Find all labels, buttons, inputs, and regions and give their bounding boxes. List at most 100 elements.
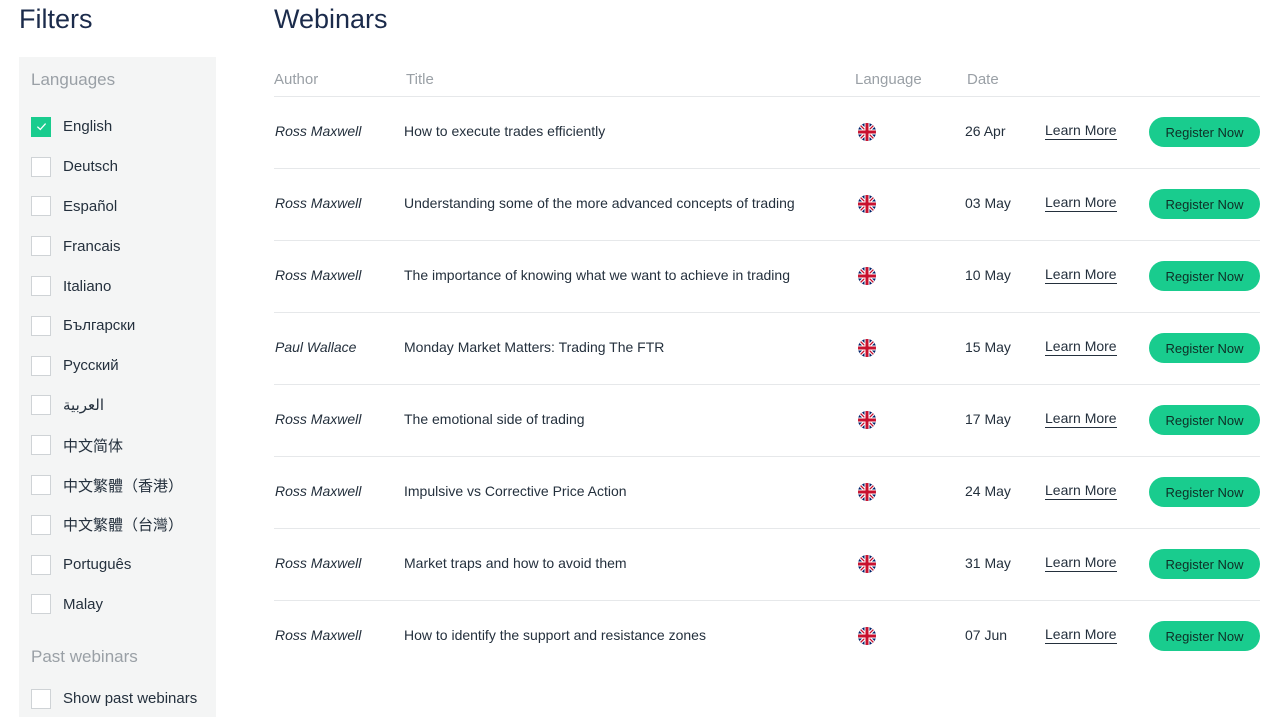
webinar-author: Ross Maxwell bbox=[275, 195, 362, 211]
language-checkbox[interactable] bbox=[31, 395, 51, 416]
past-webinars-heading: Past webinars bbox=[31, 647, 138, 666]
webinar-date: 24 May bbox=[965, 483, 1011, 499]
language-option[interactable]: Русский bbox=[31, 346, 183, 386]
checkmark-icon bbox=[36, 123, 46, 131]
learn-more-link[interactable]: Learn More bbox=[1045, 194, 1117, 212]
show-past-webinars-label: Show past webinars bbox=[63, 690, 198, 708]
language-checkbox[interactable] bbox=[31, 315, 51, 336]
learn-more-link[interactable]: Learn More bbox=[1045, 482, 1117, 500]
language-checkbox[interactable] bbox=[31, 196, 51, 217]
language-checkbox[interactable] bbox=[31, 514, 51, 535]
register-now-button[interactable]: Register Now bbox=[1149, 621, 1260, 651]
table-header: Author Title Language Date bbox=[274, 62, 1260, 97]
uk-flag-icon bbox=[858, 339, 876, 357]
webinar-title: Market traps and how to avoid them bbox=[404, 555, 627, 571]
learn-more-link[interactable]: Learn More bbox=[1045, 122, 1117, 140]
language-checkbox[interactable] bbox=[31, 355, 51, 376]
show-past-webinars-option[interactable]: Show past webinars bbox=[31, 679, 197, 719]
language-option[interactable]: Malay bbox=[31, 585, 183, 625]
webinar-author: Paul Wallace bbox=[275, 339, 357, 355]
uk-flag-icon bbox=[858, 483, 876, 501]
language-label: Русский bbox=[63, 357, 119, 375]
webinar-author: Ross Maxwell bbox=[275, 555, 362, 571]
webinar-date: 17 May bbox=[965, 411, 1011, 427]
table-row: Ross Maxwell How to identify the support … bbox=[274, 601, 1260, 672]
filters-sidebar: Languages English Deutsch Español Francais I… bbox=[19, 57, 216, 717]
language-label: العربية bbox=[63, 397, 104, 415]
learn-more-link[interactable]: Learn More bbox=[1045, 266, 1117, 284]
table-row: Ross Maxwell Impulsive vs Corrective Pric… bbox=[274, 457, 1260, 529]
language-option[interactable]: 中文繁體（台灣） bbox=[31, 505, 183, 545]
language-checkbox[interactable] bbox=[31, 116, 51, 137]
learn-more-link[interactable]: Learn More bbox=[1045, 626, 1117, 644]
register-now-button[interactable]: Register Now bbox=[1149, 333, 1260, 363]
learn-more-link[interactable]: Learn More bbox=[1045, 410, 1117, 428]
learn-more-link[interactable]: Learn More bbox=[1045, 338, 1117, 356]
language-option[interactable]: Italiano bbox=[31, 266, 183, 306]
webinar-title: How to execute trades efficiently bbox=[404, 123, 606, 139]
webinar-author: Ross Maxwell bbox=[275, 267, 362, 283]
language-checkbox[interactable] bbox=[31, 236, 51, 257]
table-row: Ross Maxwell The emotional side of tradin… bbox=[274, 385, 1260, 457]
table-body: Ross Maxwell How to execute trades effici… bbox=[274, 97, 1260, 672]
language-label: Francais bbox=[63, 237, 121, 255]
language-checkbox[interactable] bbox=[31, 554, 51, 575]
webinar-title: The emotional side of trading bbox=[404, 411, 585, 427]
uk-flag-icon bbox=[858, 627, 876, 645]
column-header-language: Language bbox=[855, 71, 922, 88]
language-checkbox[interactable] bbox=[31, 594, 51, 615]
language-option[interactable]: العربية bbox=[31, 386, 183, 426]
webinar-date: 26 Apr bbox=[965, 123, 1006, 139]
page-title: Webinars bbox=[274, 4, 388, 34]
language-label: English bbox=[63, 118, 113, 136]
webinar-author: Ross Maxwell bbox=[275, 123, 362, 139]
table-row: Ross Maxwell The importance of knowing wh… bbox=[274, 241, 1260, 313]
language-checkbox[interactable] bbox=[31, 276, 51, 297]
register-now-button[interactable]: Register Now bbox=[1149, 189, 1260, 219]
language-option[interactable]: English bbox=[31, 107, 183, 147]
filters-title: Filters bbox=[19, 4, 93, 34]
uk-flag-icon bbox=[858, 411, 876, 429]
language-option[interactable]: Español bbox=[31, 187, 183, 227]
column-header-title: Title bbox=[406, 71, 434, 88]
webinar-title: Understanding some of the more advanced … bbox=[404, 195, 795, 211]
table-row: Ross Maxwell Understanding some of the mo… bbox=[274, 169, 1260, 241]
webinar-date: 15 May bbox=[965, 339, 1011, 355]
language-label: Malay bbox=[63, 595, 104, 613]
webinar-author: Ross Maxwell bbox=[275, 627, 362, 643]
show-past-webinars-checkbox[interactable] bbox=[31, 688, 51, 709]
column-header-date: Date bbox=[967, 71, 999, 88]
language-filter-list: English Deutsch Español Francais Italiano Бъл… bbox=[31, 107, 183, 624]
webinar-date: 31 May bbox=[965, 555, 1011, 571]
register-now-button[interactable]: Register Now bbox=[1149, 549, 1260, 579]
language-label: 中文繁體（香港） bbox=[63, 477, 184, 495]
webinar-title: How to identify the support and resistan… bbox=[404, 627, 706, 643]
webinar-title: Monday Market Matters: Trading The FTR bbox=[404, 339, 665, 355]
language-option[interactable]: Português bbox=[31, 545, 183, 585]
languages-heading: Languages bbox=[31, 70, 116, 89]
language-option[interactable]: Francais bbox=[31, 226, 183, 266]
language-option[interactable]: Deutsch bbox=[31, 147, 183, 187]
column-header-author: Author bbox=[274, 71, 319, 88]
uk-flag-icon bbox=[858, 555, 876, 573]
register-now-button[interactable]: Register Now bbox=[1149, 405, 1260, 435]
table-row: Ross Maxwell How to execute trades effici… bbox=[274, 97, 1260, 169]
webinar-title: Impulsive vs Corrective Price Action bbox=[404, 483, 627, 499]
learn-more-link[interactable]: Learn More bbox=[1045, 554, 1117, 572]
register-now-button[interactable]: Register Now bbox=[1149, 117, 1260, 147]
language-checkbox[interactable] bbox=[31, 435, 51, 456]
webinar-date: 07 Jun bbox=[965, 627, 1008, 643]
language-label: Български bbox=[63, 317, 136, 335]
webinars-table: Author Title Language Date Ross Maxwell H… bbox=[274, 62, 1260, 672]
uk-flag-icon bbox=[858, 123, 876, 141]
language-label: 中文简体 bbox=[63, 437, 124, 455]
language-option[interactable]: 中文繁體（香港） bbox=[31, 465, 183, 505]
language-checkbox[interactable] bbox=[31, 156, 51, 177]
language-checkbox[interactable] bbox=[31, 475, 51, 496]
language-option[interactable]: 中文简体 bbox=[31, 425, 183, 465]
register-now-button[interactable]: Register Now bbox=[1149, 477, 1260, 507]
language-label: Italiano bbox=[63, 277, 112, 295]
language-option[interactable]: Български bbox=[31, 306, 183, 346]
register-now-button[interactable]: Register Now bbox=[1149, 261, 1260, 291]
webinar-author: Ross Maxwell bbox=[275, 483, 362, 499]
